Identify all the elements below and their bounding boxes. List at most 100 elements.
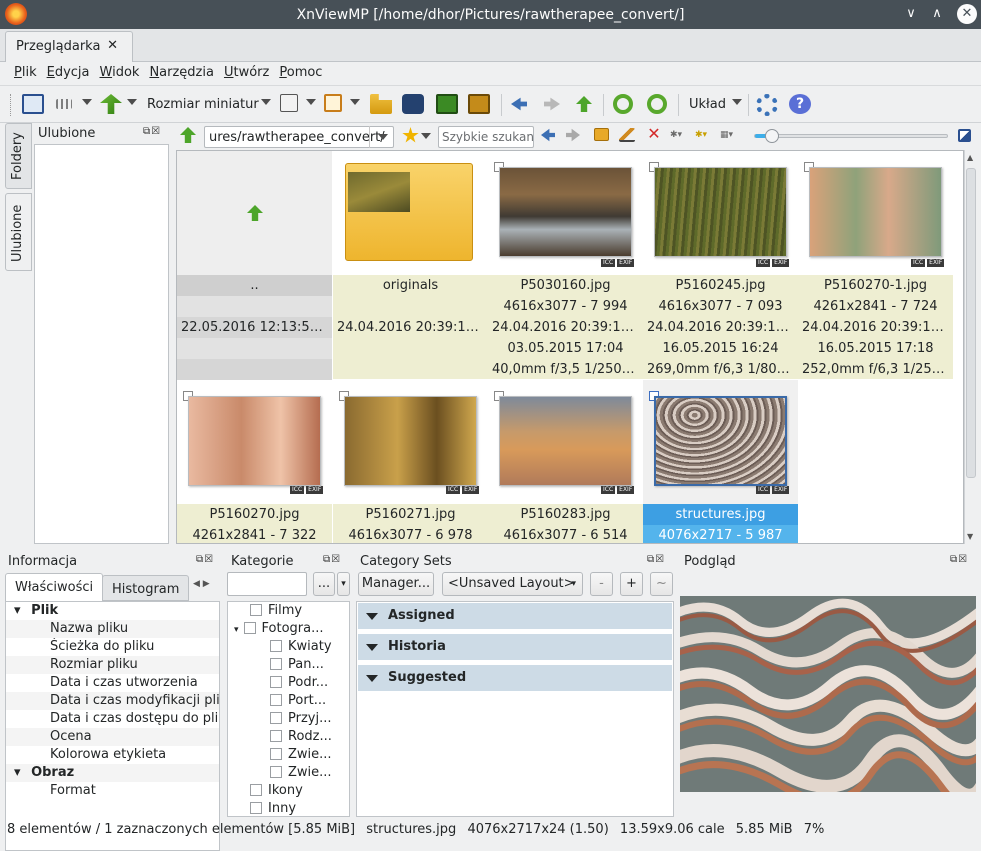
category-item[interactable]: Zwie...: [228, 764, 349, 782]
thumb-size-label[interactable]: Rozmiar miniatur: [147, 97, 259, 112]
category-filter-input[interactable]: [227, 572, 307, 596]
thumbnail-item[interactable]: ICC EXIF P5160283.jpg 4616x3077 - 6 514: [488, 380, 643, 543]
layout-label[interactable]: Układ: [689, 97, 726, 112]
remove-set-button[interactable]: -: [590, 572, 613, 596]
scrollbar-thumb[interactable]: [966, 168, 976, 478]
category-item[interactable]: Inny: [228, 800, 349, 816]
category-item[interactable]: ▾ Fotogra...: [228, 620, 349, 638]
batch-convert-icon[interactable]: [468, 94, 490, 114]
path-dropdown[interactable]: [369, 126, 394, 148]
category-sets-list[interactable]: Assigned Historia Suggested: [356, 601, 674, 817]
favorite-star-icon[interactable]: [402, 127, 419, 143]
thumb-size-dropdown-icon[interactable]: [261, 99, 271, 105]
tab-properties[interactable]: Właściwości: [5, 573, 104, 601]
panel-toggle-icon[interactable]: [958, 129, 971, 142]
category-item[interactable]: Rodz...: [228, 728, 349, 746]
edit-set-button[interactable]: ~: [650, 572, 673, 596]
category-tree[interactable]: Filmy ▾ Fotogra... Kwiaty Pan... Podr... …: [227, 601, 350, 817]
tab-folders[interactable]: Foldery: [5, 123, 32, 189]
category-item[interactable]: Zwie...: [228, 746, 349, 764]
sort-icon[interactable]: [100, 94, 122, 114]
menu-view[interactable]: Widok: [100, 62, 140, 84]
column-view-icon[interactable]: ▦▾: [720, 130, 733, 140]
thumb-size-slider-handle[interactable]: [765, 129, 780, 143]
delete-icon[interactable]: ✕: [646, 126, 662, 142]
filter-dropdown-icon[interactable]: [306, 99, 316, 105]
thumbnail-item[interactable]: ICC EXIF P5160271.jpg 4616x3077 - 6 978: [333, 380, 488, 543]
settings-gear-icon[interactable]: [756, 94, 778, 116]
thumb-size-slider[interactable]: [754, 129, 948, 143]
category-dropdown-button[interactable]: ▾: [337, 572, 350, 596]
set-group-suggested[interactable]: Suggested: [358, 665, 672, 691]
close-window-button[interactable]: ✕: [957, 4, 977, 24]
favorite-dropdown-icon[interactable]: [421, 133, 431, 139]
nav-back-icon[interactable]: [541, 128, 555, 142]
parent-folder-icon[interactable]: [180, 127, 196, 143]
rename-icon[interactable]: [619, 128, 635, 142]
help-icon[interactable]: ?: [789, 94, 811, 114]
panel-float-close-icons[interactable]: ⧉☒: [196, 554, 214, 565]
panel-float-close-icons[interactable]: ⧉☒: [647, 554, 665, 565]
bookmark-dropdown-icon[interactable]: [350, 99, 360, 105]
menu-create[interactable]: Utwórz: [224, 62, 269, 84]
sort-dropdown-icon[interactable]: [127, 99, 137, 105]
category-checkbox[interactable]: [270, 640, 282, 652]
rating-filter-icon[interactable]: ✱▾: [670, 130, 682, 140]
quick-search-input[interactable]: Szybkie szukanie: [438, 126, 534, 148]
up-folder-icon[interactable]: [576, 96, 592, 112]
category-item[interactable]: Przyj...: [228, 710, 349, 728]
category-checkbox[interactable]: [270, 658, 282, 670]
category-item[interactable]: Pan...: [228, 656, 349, 674]
folder-tree-icon[interactable]: [370, 94, 392, 114]
path-input[interactable]: ures/rawtherapee_convert/: [204, 126, 394, 148]
category-checkbox[interactable]: [250, 784, 262, 796]
menu-file[interactable]: Plik: [14, 62, 37, 84]
category-checkbox[interactable]: [270, 766, 282, 778]
category-checkbox[interactable]: [250, 802, 262, 814]
color-label-filter-icon[interactable]: ✱▾: [695, 130, 707, 140]
rotate-left-icon[interactable]: [613, 94, 633, 114]
thumbnail-item[interactable]: ICC EXIF P5160270-1.jpg 4261x2841 - 7 724…: [798, 151, 953, 379]
tab-close-icon[interactable]: ✕: [107, 38, 118, 53]
tab-browser[interactable]: Przeglądarka ✕: [5, 31, 133, 62]
panel-float-close-icons[interactable]: ⧉☒: [143, 126, 161, 137]
thumbnail-item-selected[interactable]: ICC EXIF structures.jpg 4076x2717 - 5 987: [643, 380, 798, 543]
view-mode-icon[interactable]: [56, 99, 72, 109]
fullscreen-icon[interactable]: [22, 94, 44, 114]
filter-icon[interactable]: [280, 94, 298, 112]
category-item[interactable]: Podr...: [228, 674, 349, 692]
category-checkbox[interactable]: [243, 622, 256, 634]
back-arrow-icon[interactable]: [511, 97, 527, 111]
property-group[interactable]: ▾ Obraz: [6, 764, 219, 782]
panel-float-close-icons[interactable]: ⧉☒: [950, 554, 968, 565]
layout-select[interactable]: <Unsaved Layout> ▾: [442, 572, 583, 596]
add-set-button[interactable]: +: [620, 572, 643, 596]
category-item[interactable]: Kwiaty: [228, 638, 349, 656]
thumbnail-item[interactable]: ICC EXIF P5160245.jpg 4616x3077 - 7 093 2…: [643, 151, 798, 379]
grid-scrollbar[interactable]: ▲ ▼: [964, 150, 977, 544]
new-folder-icon[interactable]: [594, 128, 609, 141]
menu-edit[interactable]: Edycja: [47, 62, 90, 84]
menu-help[interactable]: Pomoc: [279, 62, 322, 84]
properties-list[interactable]: ▾ Plik Nazwa pliku Ścieżka do pliku Rozm…: [5, 601, 220, 851]
maximize-button[interactable]: ∧: [929, 6, 945, 22]
category-more-button[interactable]: ...: [313, 572, 335, 596]
category-item[interactable]: Filmy: [228, 602, 349, 620]
view-mode-dropdown-icon[interactable]: [82, 99, 92, 105]
nav-forward-icon[interactable]: [566, 128, 580, 142]
tab-favorites[interactable]: Ulubione: [5, 193, 32, 271]
category-checkbox[interactable]: [250, 604, 262, 616]
category-checkbox[interactable]: [270, 676, 282, 688]
panel-float-close-icons[interactable]: ⧉☒: [323, 554, 341, 565]
thumbnail-item[interactable]: .. 22.05.2016 12:13:57 C...: [177, 151, 332, 380]
category-checkbox[interactable]: [270, 712, 282, 724]
convert-icon[interactable]: [436, 94, 458, 114]
forward-arrow-icon[interactable]: [544, 97, 560, 111]
set-group-assigned[interactable]: Assigned: [358, 603, 672, 629]
rotate-right-icon[interactable]: [647, 94, 667, 114]
category-checkbox[interactable]: [270, 730, 282, 742]
set-group-history[interactable]: Historia: [358, 634, 672, 660]
property-group[interactable]: ▾ Plik: [6, 602, 219, 620]
camera-icon[interactable]: [402, 94, 424, 114]
category-item[interactable]: Port...: [228, 692, 349, 710]
